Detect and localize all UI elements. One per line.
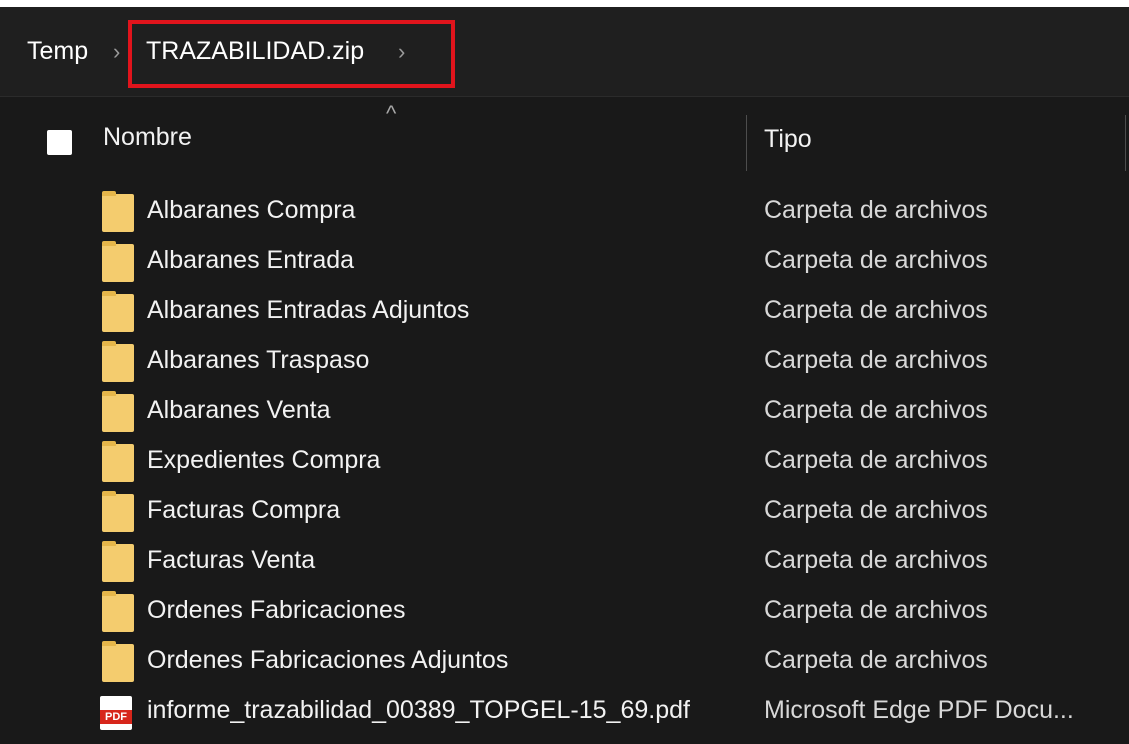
item-type: Carpeta de archivos xyxy=(764,446,988,474)
folder-icon xyxy=(102,241,134,282)
list-item[interactable]: PDF informe_trazabilidad_00389_TOPGEL-15… xyxy=(0,687,1129,737)
list-item[interactable]: Ordenes Fabricaciones Adjuntos Carpeta d… xyxy=(0,637,1129,687)
pdf-file-icon: PDF xyxy=(100,696,132,730)
breadcrumb-item-temp[interactable]: Temp xyxy=(27,7,88,96)
breadcrumb-item-zip[interactable]: TRAZABILIDAD.zip xyxy=(146,7,364,96)
folder-icon xyxy=(102,641,134,682)
folder-icon xyxy=(102,291,134,332)
list-item[interactable]: Albaranes Traspaso Carpeta de archivos xyxy=(0,337,1129,387)
list-item[interactable]: Expedientes Compra Carpeta de archivos xyxy=(0,437,1129,487)
folder-icon xyxy=(102,341,134,382)
item-type: Carpeta de archivos xyxy=(764,196,988,224)
column-header-name[interactable]: Nombre xyxy=(103,123,192,152)
folder-icon xyxy=(102,591,134,632)
item-name: Albaranes Entrada xyxy=(147,246,355,274)
folder-icon xyxy=(102,191,134,232)
list-item[interactable]: Facturas Venta Carpeta de archivos xyxy=(0,537,1129,587)
item-type: Carpeta de archivos xyxy=(764,346,988,374)
list-item[interactable]: Facturas Compra Carpeta de archivos xyxy=(0,487,1129,537)
sort-ascending-icon: ^ xyxy=(386,101,397,126)
item-type: Carpeta de archivos xyxy=(764,546,988,574)
folder-icon xyxy=(102,441,134,482)
list-item[interactable]: Albaranes Entrada Carpeta de archivos xyxy=(0,237,1129,287)
item-type: Microsoft Edge PDF Docu... xyxy=(764,696,1074,724)
column-resize-handle[interactable] xyxy=(1125,115,1126,171)
list-item[interactable]: Albaranes Compra Carpeta de archivos xyxy=(0,187,1129,237)
item-type: Carpeta de archivos xyxy=(764,246,988,274)
item-name: Facturas Venta xyxy=(147,546,316,574)
item-name: Albaranes Entradas Adjuntos xyxy=(147,296,470,324)
item-name: informe_trazabilidad_00389_TOPGEL-15_69.… xyxy=(147,696,690,724)
select-all-checkbox[interactable] xyxy=(47,130,72,155)
file-explorer-window: Temp › TRAZABILIDAD.zip › ^ Nombre Tipo … xyxy=(0,7,1129,744)
item-type: Carpeta de archivos xyxy=(764,396,988,424)
item-name: Expedientes Compra xyxy=(147,446,381,474)
item-name: Ordenes Fabricaciones Adjuntos xyxy=(147,646,509,674)
item-name: Ordenes Fabricaciones xyxy=(147,596,406,624)
breadcrumb-separator-icon[interactable]: › xyxy=(113,7,120,96)
item-name: Albaranes Compra xyxy=(147,196,356,224)
item-name: Facturas Compra xyxy=(147,496,341,524)
list-item[interactable]: Albaranes Entradas Adjuntos Carpeta de a… xyxy=(0,287,1129,337)
folder-icon xyxy=(102,391,134,432)
item-type: Carpeta de archivos xyxy=(764,646,988,674)
folder-icon xyxy=(102,491,134,532)
column-header-row: ^ Nombre Tipo xyxy=(0,103,1129,173)
list-item[interactable]: Albaranes Venta Carpeta de archivos xyxy=(0,387,1129,437)
item-name: Albaranes Venta xyxy=(147,396,331,424)
breadcrumb-separator-icon[interactable]: › xyxy=(398,7,405,96)
item-type: Carpeta de archivos xyxy=(764,496,988,524)
list-item[interactable]: Ordenes Fabricaciones Carpeta de archivo… xyxy=(0,587,1129,637)
column-resize-handle[interactable] xyxy=(746,115,747,171)
item-name: Albaranes Traspaso xyxy=(147,346,370,374)
item-type: Carpeta de archivos xyxy=(764,596,988,624)
breadcrumb: Temp › TRAZABILIDAD.zip › xyxy=(0,7,1129,97)
folder-icon xyxy=(102,541,134,582)
column-header-type[interactable]: Tipo xyxy=(764,125,812,154)
item-type: Carpeta de archivos xyxy=(764,296,988,324)
pdf-icon-label: PDF xyxy=(100,710,132,724)
